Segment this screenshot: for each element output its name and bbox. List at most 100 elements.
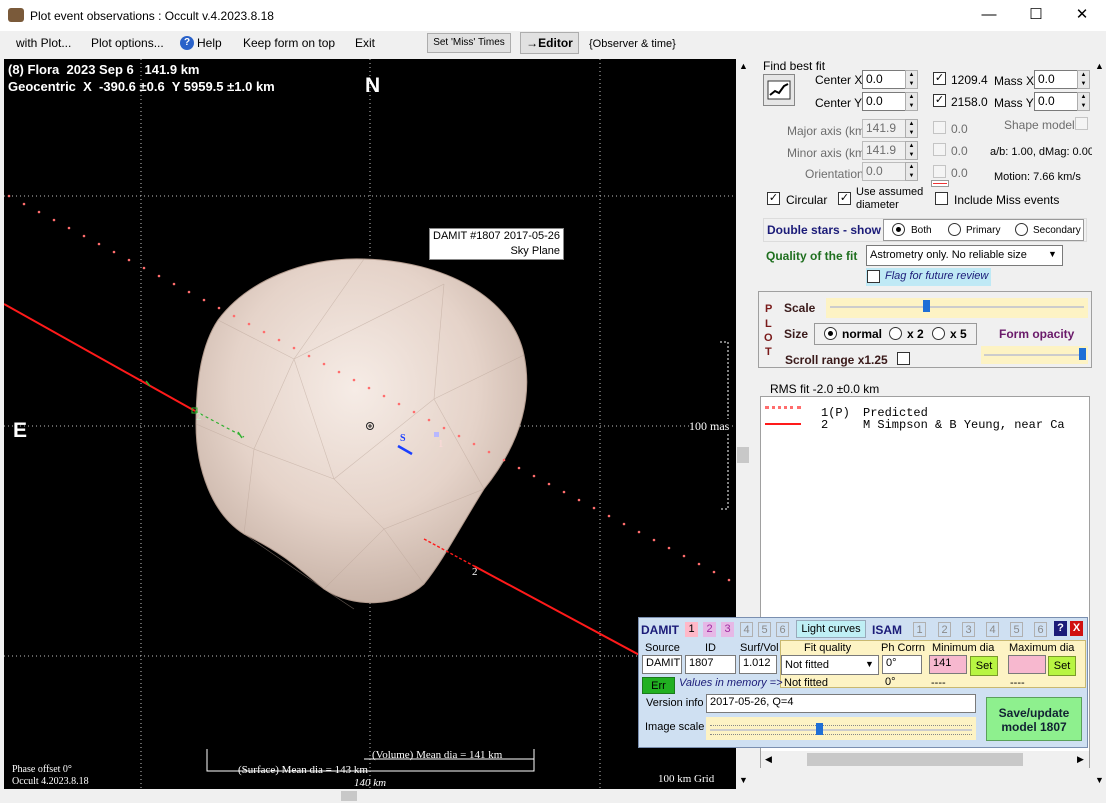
fitq-select[interactable]: Not fitted ▼ xyxy=(781,655,879,675)
primary-radio[interactable] xyxy=(948,223,961,236)
damit-model-1[interactable]: 1 xyxy=(685,622,698,637)
set-miss-times-button[interactable]: Set 'Miss' Times xyxy=(427,33,511,53)
plot-hscroll[interactable] xyxy=(4,789,736,803)
id-field[interactable]: 1807 xyxy=(685,655,736,674)
minor-axis-spinner[interactable]: ▲ ▼ xyxy=(905,141,918,160)
maxdia-field[interactable] xyxy=(1008,655,1046,674)
center-x-input[interactable]: 0.0 xyxy=(862,70,906,89)
legend-hscroll[interactable]: ◀ ▶ xyxy=(761,751,1089,768)
chord-label-2b: 2 xyxy=(472,566,478,578)
damit-model-3[interactable]: 3 xyxy=(721,622,734,637)
err-button[interactable]: Err xyxy=(642,677,675,694)
size-label: Size xyxy=(784,327,809,341)
major-axis-input[interactable]: 141.9 xyxy=(862,119,906,138)
center-y-input[interactable]: 0.0 xyxy=(862,92,906,111)
maximize-button[interactable]: ☐ xyxy=(1013,4,1059,28)
find-best-fit-button[interactable] xyxy=(763,74,795,106)
surfvol-field[interactable]: 1.012 xyxy=(739,655,777,674)
include-miss-checkbox[interactable] xyxy=(935,192,948,205)
set-min-button[interactable]: Set xyxy=(970,656,998,676)
opacity-slider-thumb[interactable] xyxy=(1079,348,1086,360)
menu-exit[interactable]: Exit xyxy=(355,36,375,50)
phcorr-field[interactable]: 0° xyxy=(882,655,922,674)
mass-x-spinner[interactable]: ▲ ▼ xyxy=(1077,70,1090,89)
mindia-field[interactable]: 141 xyxy=(929,655,967,674)
image-scale-thumb[interactable] xyxy=(816,723,823,735)
orientation-checkbox[interactable] xyxy=(933,165,946,178)
model-label-line1: DAMIT #1807 2017-05-26 xyxy=(433,230,560,242)
minor-axis-checkbox[interactable] xyxy=(933,143,946,156)
major-axis-label: Major axis (km) xyxy=(787,124,870,138)
observed-chord-line xyxy=(4,303,196,412)
damit-model-6[interactable]: 6 xyxy=(776,622,789,637)
damit-model-4[interactable]: 4 xyxy=(740,622,753,637)
major-axis-spinner[interactable]: ▲ ▼ xyxy=(905,119,918,138)
damit-model-2[interactable]: 2 xyxy=(703,622,716,637)
form-scroll-down-icon[interactable]: ▼ xyxy=(1095,775,1104,785)
opacity-slider[interactable] xyxy=(981,346,1088,364)
isam-model-4[interactable]: 4 xyxy=(986,622,999,637)
east-label: E xyxy=(13,419,28,442)
minor-axis-input[interactable]: 141.9 xyxy=(862,141,906,160)
set-max-button[interactable]: Set xyxy=(1048,656,1076,676)
legend-scroll-right-icon[interactable]: ▶ xyxy=(1077,754,1084,765)
version-info-field[interactable]: 2017-05-26, Q=4 xyxy=(706,694,976,713)
mass-y-input[interactable]: 0.0 xyxy=(1034,92,1078,111)
help-button[interactable]: ? xyxy=(1054,621,1067,636)
quality-select[interactable]: Astrometry only. No reliable size ▼ xyxy=(866,245,1063,266)
close-button[interactable]: ✕ xyxy=(1059,4,1105,28)
scale-slider-thumb[interactable] xyxy=(923,300,930,312)
size-x5-radio[interactable] xyxy=(932,327,945,340)
major-axis-checkbox[interactable] xyxy=(933,121,946,134)
editor-button[interactable]: →Editor xyxy=(520,32,579,54)
orientation-input[interactable]: 0.0 xyxy=(862,162,906,181)
source-field[interactable]: DAMIT xyxy=(642,655,682,674)
damit-model-5[interactable]: 5 xyxy=(758,622,771,637)
secondary-radio[interactable] xyxy=(1015,223,1028,236)
size-normal-radio[interactable] xyxy=(824,327,837,340)
plot-hscroll-thumb[interactable] xyxy=(341,791,357,801)
center-y-spinner[interactable]: ▲ ▼ xyxy=(905,92,918,111)
orientation-spinner[interactable]: ▲ ▼ xyxy=(905,162,918,181)
orientation-side: 0.0 xyxy=(951,166,968,180)
close-panel-button[interactable]: X xyxy=(1070,621,1083,636)
fit-x-checkbox[interactable]: ✓ xyxy=(933,72,946,85)
form-vscroll[interactable]: ▲ ▼ xyxy=(1092,59,1106,789)
mass-x-input[interactable]: 0.0 xyxy=(1034,70,1078,89)
flag-review-checkbox[interactable] xyxy=(867,270,880,283)
plot-vscroll-thumb[interactable] xyxy=(737,447,749,463)
scroll-down-icon[interactable]: ▼ xyxy=(739,775,748,785)
isam-model-1[interactable]: 1 xyxy=(913,622,926,637)
scroll-up-icon[interactable]: ▲ xyxy=(739,61,748,71)
menu-help[interactable]: Help xyxy=(197,36,222,50)
flag-review-box[interactable]: Flag for future review xyxy=(866,268,991,286)
menu-keep-form-on-top[interactable]: Keep form on top xyxy=(243,36,335,50)
use-assumed-checkbox[interactable]: ✓ xyxy=(838,192,851,205)
isam-model-2[interactable]: 2 xyxy=(938,622,951,637)
observer-time-label[interactable]: {Observer & time} xyxy=(589,38,676,50)
version-info-label: Version info xyxy=(646,697,704,709)
size-x2-radio[interactable] xyxy=(889,327,902,340)
both-radio[interactable] xyxy=(892,223,905,236)
isam-model-3[interactable]: 3 xyxy=(962,622,975,637)
image-scale-slider[interactable] xyxy=(706,717,976,740)
circular-checkbox[interactable]: ✓ xyxy=(767,192,780,205)
save-update-button[interactable]: Save/update model 1807 xyxy=(986,697,1082,741)
isam-model-6[interactable]: 6 xyxy=(1034,622,1047,637)
help-icon[interactable]: ? xyxy=(180,36,194,50)
legend-hscroll-thumb[interactable] xyxy=(807,753,1023,766)
isam-model-5[interactable]: 5 xyxy=(1010,622,1023,637)
minimize-button[interactable]: — xyxy=(966,4,1012,28)
mass-y-spinner[interactable]: ▲ ▼ xyxy=(1077,92,1090,111)
scale-slider[interactable] xyxy=(826,298,1088,318)
menu-plot-options[interactable]: Plot options... xyxy=(91,36,164,50)
light-curves-button[interactable]: Light curves xyxy=(796,620,866,638)
fit-y-checkbox[interactable]: ✓ xyxy=(933,94,946,107)
form-scroll-up-icon[interactable]: ▲ xyxy=(1095,61,1104,71)
plot-area[interactable]: (8) Flora 2023 Sep 6 141.9 km Geocentric… xyxy=(4,59,736,789)
center-x-spinner[interactable]: ▲ ▼ xyxy=(905,70,918,89)
menu-with-plot[interactable]: with Plot... xyxy=(16,36,71,50)
scroll-range-checkbox[interactable] xyxy=(897,352,910,365)
legend-scroll-left-icon[interactable]: ◀ xyxy=(765,754,772,765)
shape-model-checkbox[interactable] xyxy=(1075,117,1088,130)
